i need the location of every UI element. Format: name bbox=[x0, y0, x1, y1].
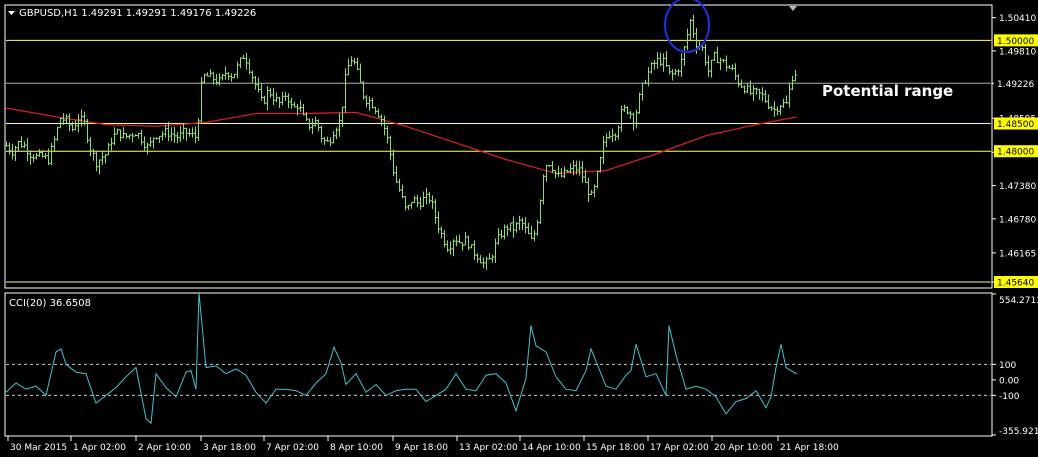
price-level-tag-label: 1.48500 bbox=[997, 120, 1034, 130]
price-chart-title: GBPUSD,H1 1.49291 1.49291 1.49176 1.4922… bbox=[19, 8, 256, 19]
price-level-tag-label: 1.48000 bbox=[997, 148, 1034, 158]
price-tick-label: 1.47380 bbox=[999, 182, 1036, 192]
price-tick-label: 1.46780 bbox=[999, 215, 1036, 225]
time-tick-label: 14 Apr 10:00 bbox=[522, 443, 581, 453]
trading-chart[interactable]: GBPUSD,H1 1.49291 1.49291 1.49176 1.4922… bbox=[0, 0, 1038, 457]
time-tick-label: 30 Mar 2015 bbox=[10, 443, 67, 453]
time-tick-label: 21 Apr 18:00 bbox=[780, 443, 839, 453]
cci-tick-label: 0.00 bbox=[999, 376, 1019, 386]
cci-tick-label: -100 bbox=[999, 392, 1020, 402]
cci-tick-label: 100 bbox=[999, 361, 1016, 371]
cci-title: CCI(20) 36.6508 bbox=[9, 298, 91, 309]
time-tick-label: 20 Apr 10:00 bbox=[714, 443, 773, 453]
time-tick-label: 13 Apr 02:00 bbox=[459, 443, 518, 453]
time-tick-label: 8 Apr 10:00 bbox=[330, 443, 383, 453]
time-tick-label: 7 Apr 02:00 bbox=[266, 443, 319, 453]
price-tick-label: 1.50410 bbox=[999, 14, 1036, 24]
annotation-label: Potential range bbox=[822, 82, 953, 100]
current-price-tag-label: 1.49226 bbox=[997, 80, 1034, 90]
time-tick-label: 2 Apr 10:00 bbox=[138, 443, 191, 453]
time-tick-label: 3 Apr 18:00 bbox=[203, 443, 256, 453]
cci-tick-label: -355.9219 bbox=[999, 427, 1038, 437]
time-tick-label: 1 Apr 02:00 bbox=[73, 443, 126, 453]
price-tick-label: 1.49810 bbox=[999, 47, 1036, 57]
time-tick-label: 17 Apr 02:00 bbox=[650, 443, 709, 453]
time-tick-label: 9 Apr 18:00 bbox=[395, 443, 448, 453]
time-tick-label: 15 Apr 18:00 bbox=[586, 443, 645, 453]
price-tick-label: 1.46165 bbox=[999, 249, 1036, 259]
price-level-tag-label: 1.50000 bbox=[997, 37, 1034, 47]
cci-tick-label: 554.2713 bbox=[999, 296, 1038, 306]
price-level-tag-label: 1.45640 bbox=[997, 279, 1034, 289]
